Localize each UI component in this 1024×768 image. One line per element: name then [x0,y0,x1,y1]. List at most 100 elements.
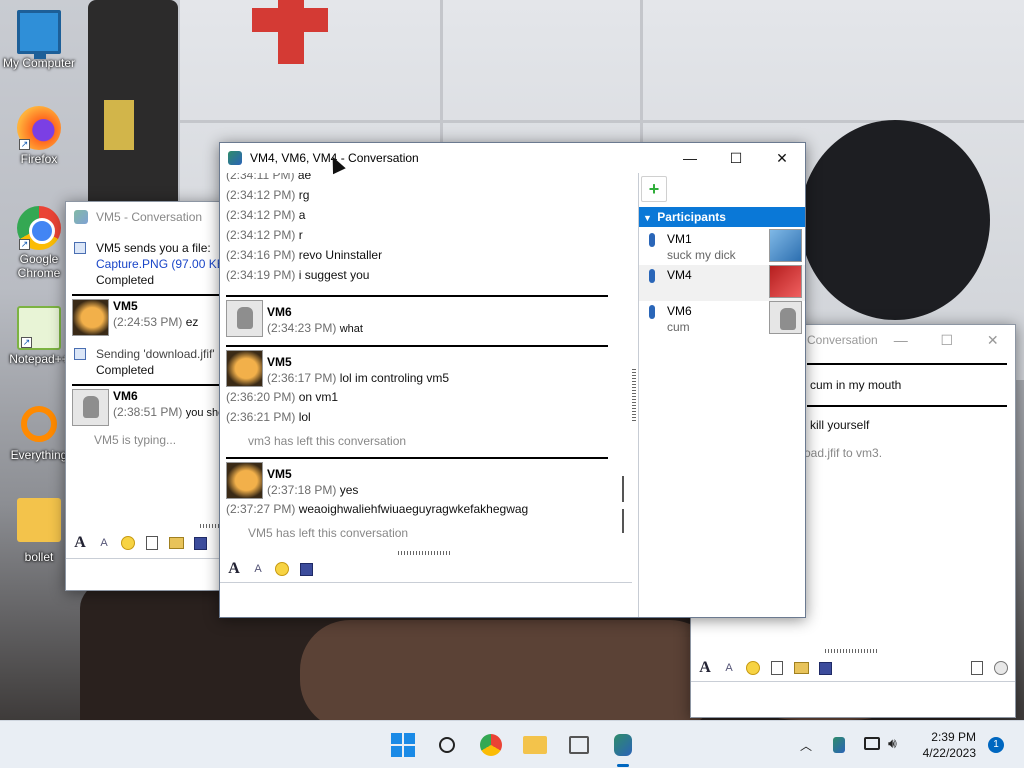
participant-item[interactable]: VM1 suck my dick [639,229,805,265]
participant-name: VM4 [667,268,692,282]
message-line: (2:34:19 PM) i suggest you [226,268,370,282]
taskbar-app[interactable] [563,729,595,761]
chat-scrollbar[interactable] [622,476,624,502]
avatar [72,389,109,426]
font-color-icon[interactable]: A [250,561,266,577]
participant-name: VM6 [667,304,692,318]
smiley-icon [275,562,289,576]
taskbar-file-explorer[interactable] [519,729,551,761]
search-button[interactable] [431,729,463,761]
add-contact-icon: + [648,179,660,199]
save-button[interactable] [298,561,314,577]
typing-indicator: VM5 is typing... [94,433,177,447]
user-icon [649,233,655,247]
timestamp: (2:34:23 PM) [267,321,337,335]
font-icon[interactable]: A [697,659,713,676]
taskbar-chrome[interactable] [475,729,507,761]
volume-icon[interactable]: 🔊︎ [888,735,897,752]
participant-item[interactable]: VM4 [639,265,805,301]
clock-icon [994,661,1008,675]
window-title: Conversation [807,333,878,347]
clock-button[interactable] [993,660,1009,676]
close-button[interactable]: ✕ [759,143,805,173]
clock-date: 4/22/2023 [922,746,976,760]
share-folder-button[interactable] [793,660,809,676]
timestamp: (2:24:53 PM) [113,315,183,329]
minimize-button[interactable]: — [667,143,713,173]
send-file-button[interactable] [144,535,160,551]
maximize-button[interactable]: ☐ [924,325,970,355]
message-line: (2:34:12 PM) a [226,208,306,222]
network-icon[interactable] [864,737,880,750]
emoticon-button[interactable] [745,660,761,676]
formatting-toolbar: A A [66,530,222,556]
taskbar-messenger[interactable] [607,729,639,767]
desktop-icon-my-computer[interactable]: My Computer [0,10,78,70]
share-folder-button[interactable] [168,535,184,551]
file-explorer-icon [523,736,547,754]
font-color-icon[interactable]: A [721,660,737,676]
message-line: (2:34:12 PM) rg [226,188,310,202]
system-message: vm3 has left this conversation [248,434,407,448]
collapse-icon: ▼ [643,213,652,223]
panel-splitter[interactable] [632,369,636,423]
message-input[interactable] [66,558,222,590]
history-button[interactable] [969,660,985,676]
file-icon [74,242,86,254]
messenger-icon [614,734,632,756]
chat-history[interactable]: (2:34:11 PM) ae (2:34:12 PM) rg (2:34:12… [220,173,618,553]
avatar [769,229,802,262]
sender-name: VM5 [113,299,138,313]
close-button[interactable]: ✕ [970,325,1015,355]
send-file-button[interactable] [769,660,785,676]
participant-item[interactable]: VM6 cum [639,301,805,337]
conversation-window-main[interactable]: VM4, VM6, VM4 - Conversation — ☐ ✕ (2:34… [219,142,806,618]
save-button[interactable] [817,660,833,676]
message-text: yes [339,483,359,497]
tray-messenger-icon[interactable] [833,737,845,753]
participants-header[interactable]: ▼ Participants [639,207,805,227]
chat-scrollbar[interactable] [622,509,624,533]
notepad-plus-plus-icon: ↗ [17,306,61,350]
maximize-button[interactable]: ☐ [713,143,759,173]
font-icon[interactable]: A [226,560,242,577]
desktop-icon-firefox[interactable]: ↗ Firefox [0,106,78,166]
document-icon [146,536,158,550]
minimize-button[interactable]: — [878,325,924,355]
message-text: ez [185,315,199,329]
show-hidden-icons-button[interactable]: ︿ [800,737,812,754]
message-line: (2:34:11 PM) ae [226,173,312,182]
firefox-icon: ↗ [17,106,61,150]
avatar [226,350,263,387]
notification-badge[interactable]: 1 [988,737,1004,753]
clock[interactable]: 2:39 PM 4/22/2023 [914,730,976,760]
message-line: (2:36:20 PM) on vm1 [226,390,339,404]
message-input[interactable] [691,681,1015,717]
font-color-icon[interactable]: A [96,535,112,551]
save-icon [299,562,313,576]
resize-grip[interactable] [398,551,452,555]
window-titlebar[interactable]: VM4, VM6, VM4 - Conversation — ☐ ✕ [220,143,805,173]
user-icon [649,305,655,319]
monitor-icon [17,10,61,59]
document-icon [771,661,783,675]
resize-grip[interactable] [200,524,220,528]
chrome-icon [480,734,502,756]
chevron-up-icon: ︿ [800,739,813,753]
message-input[interactable] [220,582,632,617]
window-titlebar[interactable]: VM5 - Conversation [66,202,222,232]
sender-name: VM5 [267,355,292,369]
save-button[interactable] [192,535,208,551]
history-icon [971,661,983,675]
emoticon-button[interactable] [274,561,290,577]
add-participant-button[interactable]: + [641,176,667,202]
save-icon [818,661,832,675]
start-button[interactable] [387,729,419,761]
message-line: (2:37:27 PM) weaoighwaliehfwiuaeguyragwk… [226,502,529,516]
font-icon[interactable]: A [72,534,88,551]
resize-grip[interactable] [825,649,879,653]
conversation-window-vm5[interactable]: VM5 - Conversation VM5 sends you a file:… [65,201,223,591]
message-line: (2:34:16 PM) revo Uninstaller [226,248,383,262]
avatar [72,299,109,336]
emoticon-button[interactable] [120,535,136,551]
